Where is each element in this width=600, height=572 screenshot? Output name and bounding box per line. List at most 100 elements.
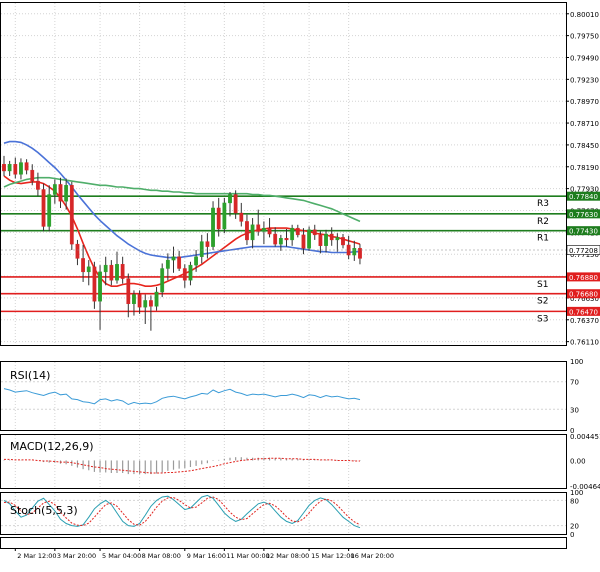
candle-body [19, 162, 23, 175]
candle-body [194, 256, 198, 266]
candle-body [75, 243, 80, 259]
time-axis-label: 8 Mar 08:00 [142, 552, 181, 560]
price-axis-label: 0.76370 [570, 317, 599, 325]
candle-body [47, 194, 52, 227]
candle-body [335, 237, 340, 241]
candle-body [245, 221, 249, 241]
candle-body [24, 162, 29, 171]
price-axis-label: 0.76110 [570, 339, 599, 347]
candle-body [262, 227, 266, 232]
candle-body [160, 268, 165, 293]
price-axis-label: 0.79750 [570, 33, 599, 41]
candle-body [211, 207, 215, 247]
level-label-r2: R2 [537, 217, 549, 227]
candle-body [13, 164, 18, 175]
stoch-axis-label: 20 [570, 523, 579, 531]
candle-body [318, 234, 323, 246]
candle[interactable] [222, 197, 227, 234]
price-axis-label: 0.79230 [570, 76, 599, 84]
level-price-tag-text: 0.77630 [569, 211, 598, 219]
candle-body [188, 264, 193, 281]
time-axis-label: 5 Mar 04:00 [102, 552, 141, 560]
price-axis-label: 0.79490 [570, 54, 599, 62]
current-price-tag: 0.77208 [566, 245, 600, 255]
candle-body [301, 234, 306, 249]
candle-body [36, 180, 40, 190]
price-axis-label: 0.78450 [570, 142, 599, 150]
time-axis: 2 Mar 12:00 3 Mar 20:00 5 Mar 04:00 8 Mar 0… [14, 548, 394, 560]
candle-body [182, 268, 187, 281]
candle-body [98, 271, 102, 302]
chart-canvas[interactable]: 0.80010 0.79750 0.79490 0.79230 0.78970 0.787… [0, 0, 600, 568]
rsi-axis-label: 30 [570, 406, 579, 414]
candle-body [165, 259, 170, 269]
time-axis-label: 3 Mar 20:00 [57, 552, 96, 560]
candle-body [148, 300, 153, 307]
time-axis-label: 16 Mar 20:00 [351, 552, 394, 560]
candle[interactable] [41, 183, 46, 232]
price-axis-label: 0.80010 [570, 11, 599, 19]
candle-body [109, 264, 114, 281]
price-axis-label: 0.78970 [570, 98, 599, 106]
level-label-s3: S3 [537, 314, 548, 324]
candle-body [154, 291, 159, 307]
candle-body [256, 224, 261, 232]
level-price-tag-text: 0.77840 [569, 193, 598, 201]
candle-body [290, 227, 295, 241]
level-price-tag-r3: 0.77840 [567, 191, 600, 201]
stoch-axis-label: 100 [570, 489, 583, 497]
candle-body [312, 229, 317, 236]
candle-body [199, 241, 204, 257]
candle-body [120, 264, 125, 279]
candle-body [30, 169, 35, 182]
candle-body [171, 256, 176, 261]
candle-body [341, 237, 345, 246]
candle-body [7, 164, 12, 172]
macd-axis-label: 0.00 [570, 457, 586, 465]
candle-body [115, 264, 119, 281]
candle-body [103, 264, 108, 273]
candle-body [69, 185, 74, 245]
candle-body [352, 248, 357, 256]
candle-body [222, 202, 227, 230]
candle[interactable] [211, 201, 215, 251]
macd-title: MACD(12,26,9) [10, 440, 94, 453]
candle-body [64, 185, 69, 202]
candle-body [228, 194, 232, 204]
time-axis-label: 12 Mar 08:00 [266, 552, 309, 560]
candle-body [239, 212, 244, 222]
level-price-tag-r1: 0.77430 [567, 226, 600, 236]
stoch-axis-label: 0 [570, 531, 574, 539]
candle-body [233, 194, 238, 214]
candle-body [284, 238, 289, 241]
level-price-tag-text: 0.76680 [569, 291, 598, 299]
stoch-title: Stoch(5,5,3) [10, 504, 78, 517]
time-axis-label: 9 Mar 16:00 [187, 552, 226, 560]
price-axis-label: 0.78190 [570, 164, 599, 172]
candle-body [278, 238, 283, 245]
level-label-s2: S2 [537, 297, 548, 307]
candle[interactable] [160, 263, 165, 298]
candle-body [52, 184, 57, 195]
rsi-axis-label: 70 [570, 379, 579, 387]
rsi-title: RSI(14) [10, 369, 50, 382]
candle-body [143, 300, 148, 308]
candle-body [273, 233, 278, 245]
level-label-r1: R1 [537, 234, 549, 244]
rsi-axis-label: 100 [570, 358, 583, 366]
candle-body [324, 233, 328, 246]
candle[interactable] [69, 181, 74, 251]
time-axis-label: 2 Mar 12:00 [17, 552, 56, 560]
candle[interactable] [307, 226, 311, 251]
level-price-tag-text: 0.76880 [569, 274, 598, 282]
macd-axis-label: 0.004451 [570, 433, 600, 441]
time-axis-label: 15 Mar 12:00 [311, 552, 354, 560]
stoch-axis-label: 80 [570, 497, 579, 505]
trading-chart[interactable]: 0.80010 0.79750 0.79490 0.79230 0.78970 0.787… [0, 0, 600, 568]
candle-body [307, 229, 311, 249]
candle-body [132, 294, 136, 305]
level-label-s1: S1 [537, 280, 548, 290]
level-price-tag-text: 0.77430 [569, 228, 598, 236]
candle-body [92, 266, 97, 302]
candle-body [329, 233, 334, 241]
